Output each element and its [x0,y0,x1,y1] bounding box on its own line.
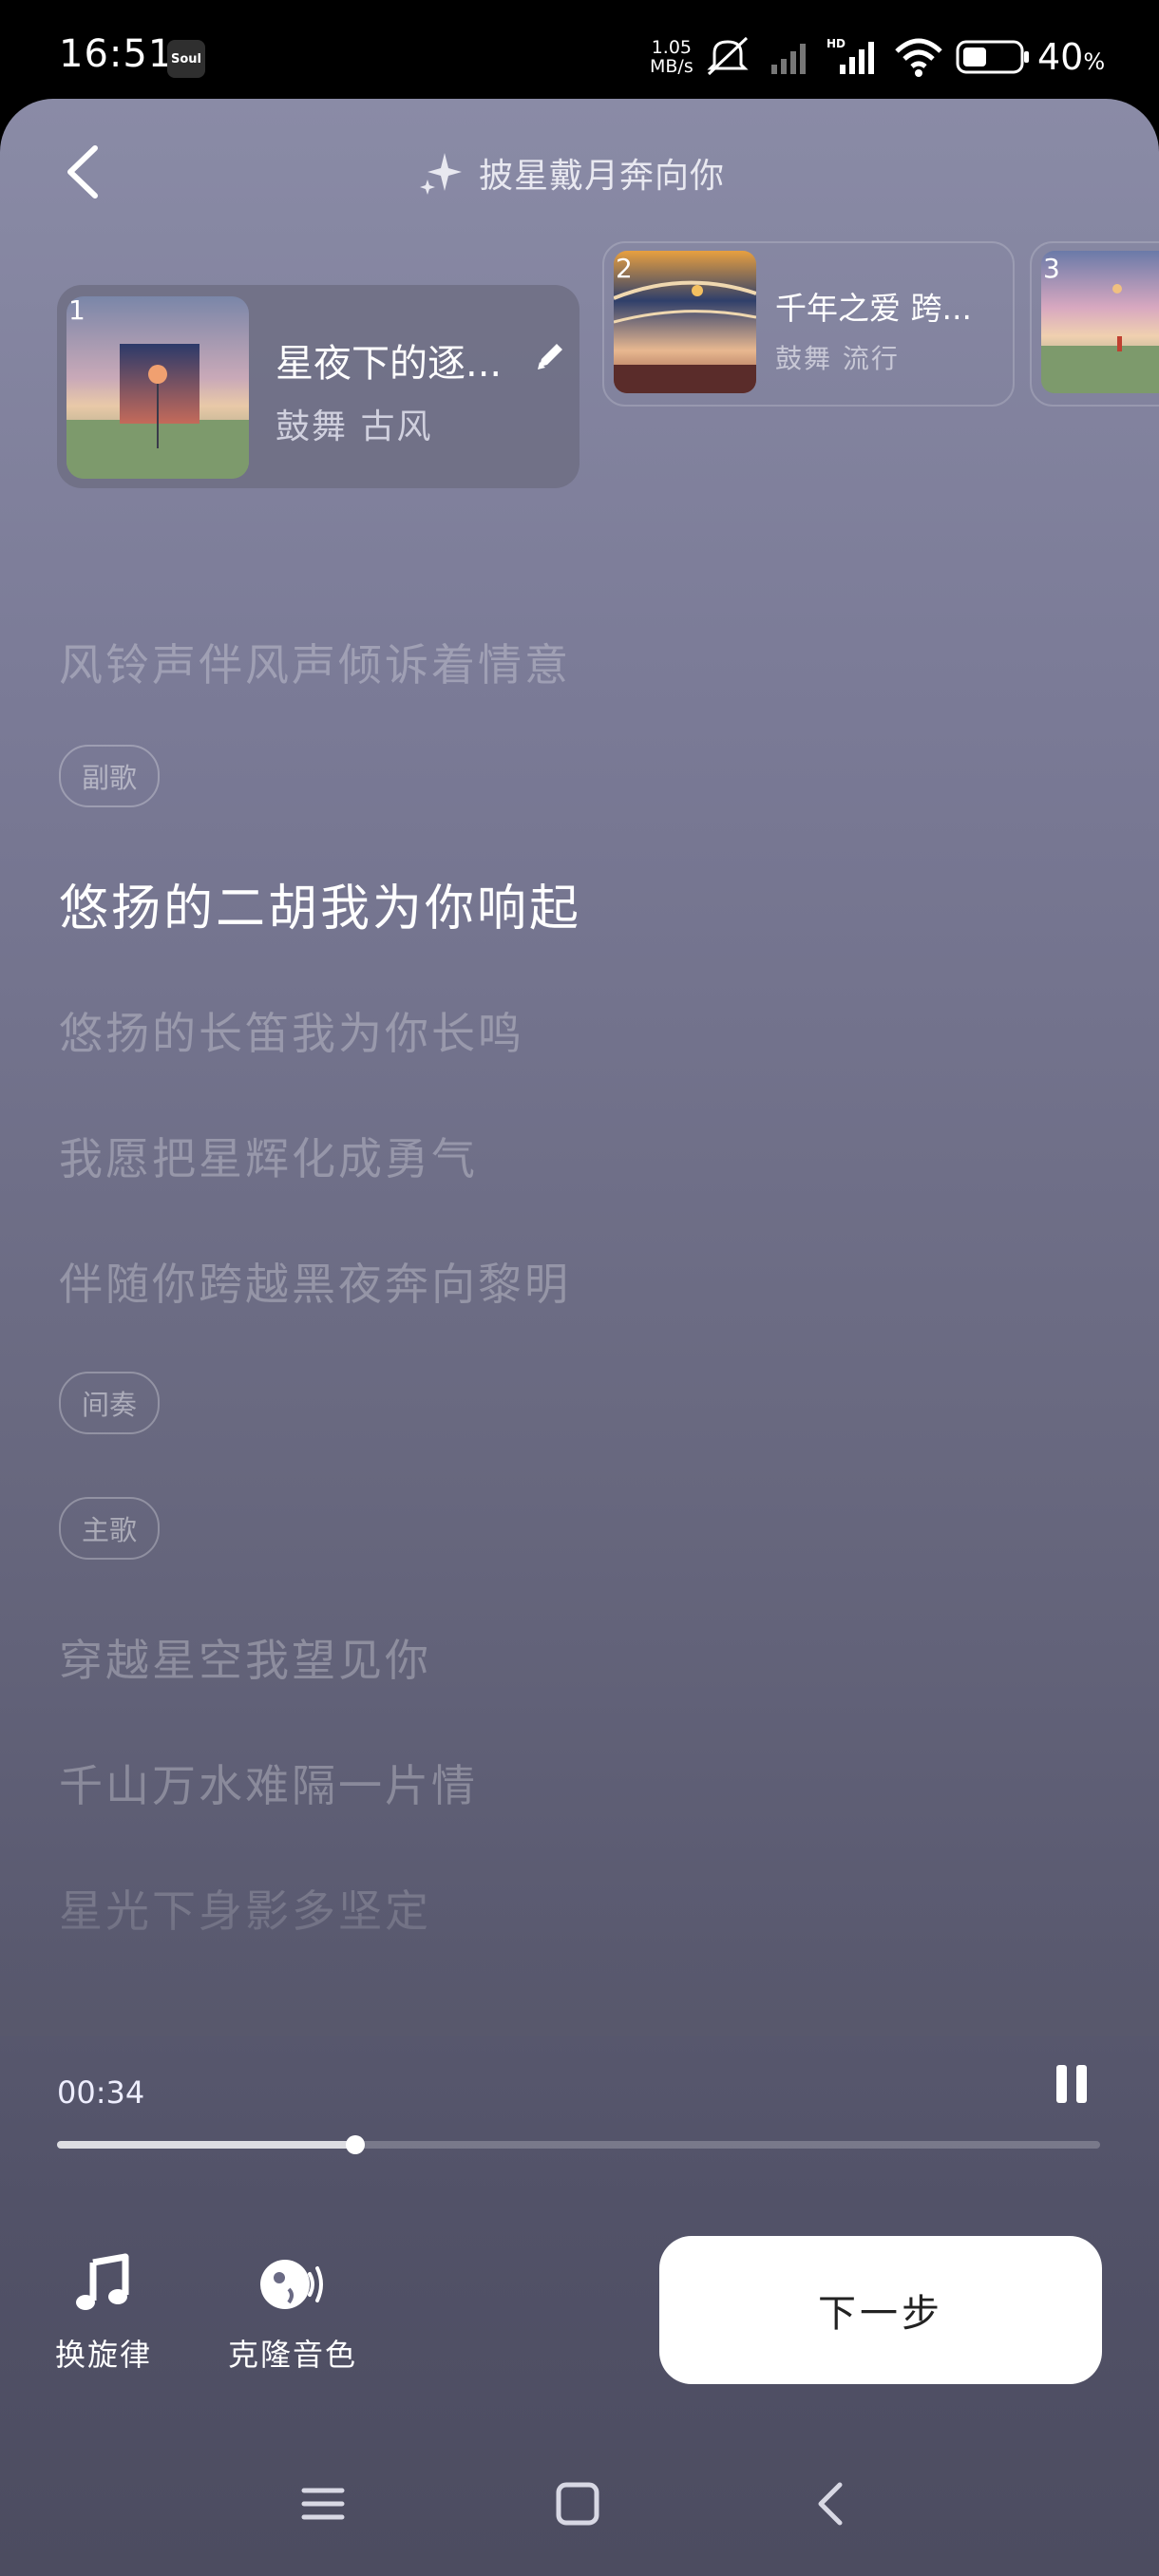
voice-clone-icon [260,2260,323,2309]
net-speed: 1.05 MB/s [650,38,694,76]
clone-voice-label: 克隆音色 [228,2337,358,2373]
lyric-line: 伴随你跨越黑夜奔向黎明 [59,1259,571,1310]
lyric-line: 风铃声伴风声倾诉着情意 [59,639,571,691]
song-tags: 鼓舞 流行 [775,343,900,374]
progress-fill [57,2141,356,2149]
net-speed-unit: MB/s [650,56,694,77]
card-index: 3 [1043,253,1060,284]
home-icon[interactable] [555,2481,600,2527]
status-time: 16:51 [59,32,174,76]
album-cover-1 [66,296,249,479]
page-title: 披星戴月奔向你 [479,157,726,196]
soul-app-badge: Soul [167,40,205,78]
signal-hd-icon: HD [826,37,874,74]
next-step-button[interactable]: 下一步 [659,2236,1102,2384]
edit-pencil-icon[interactable] [534,338,568,372]
card-index: 2 [616,253,633,284]
net-speed-value: 1.05 [651,37,693,58]
pause-icon[interactable] [1053,2063,1091,2105]
song-card[interactable]: 3 [1030,241,1159,407]
song-card-selected[interactable]: 1 星夜下的逐... 鼓舞 古风 [57,285,580,488]
section-tag-interlude: 间奏 [59,1372,161,1434]
current-time: 00:34 [57,2074,145,2111]
battery-percent-unit: % [1083,48,1106,75]
card-index: 1 [68,294,86,326]
song-tags: 鼓舞 古风 [276,407,433,446]
lyric-line-active: 悠扬的二胡我为你响起 [59,881,582,938]
progress-bar[interactable] [57,2135,1100,2154]
progress-knob[interactable] [346,2135,366,2154]
song-name: 千年之爱 跨... [775,290,972,327]
menu-icon[interactable] [300,2481,346,2527]
header-title-wrap: 披星戴月奔向你 [418,144,725,201]
song-name: 星夜下的逐... [276,342,503,386]
lyric-line: 穿越星空我望见你 [59,1635,431,1686]
mute-vibrate-icon [707,36,749,76]
svg-text:HD: HD [826,37,846,50]
lyrics-fade [0,1904,1159,2036]
lyric-line: 千山万水难隔一片情 [59,1760,478,1811]
back-arrow-icon[interactable] [59,139,106,205]
change-melody-label: 换旋律 [55,2337,153,2373]
nav-back-icon[interactable] [809,2481,855,2527]
section-tag-verse: 主歌 [59,1497,161,1560]
battery-percent: 40% [1037,36,1105,78]
change-melody-button[interactable]: 换旋律 [55,2253,152,2375]
battery-icon [956,40,1029,74]
section-tag-chorus: 副歌 [59,745,161,807]
song-card[interactable]: 2 千年之爱 跨... 鼓舞 流行 [602,241,1015,407]
lyric-line: 我愿把星辉化成勇气 [59,1133,478,1184]
sparkle-icon [420,153,462,195]
music-note-icon [76,2253,129,2310]
battery-percent-value: 40 [1037,36,1084,78]
signal-weak-icon [771,44,806,74]
music-editor-sheet: 披星戴月奔向你 1 星夜下的逐... 鼓舞 古风 2 千年之爱 跨... 鼓舞 … [0,99,1159,2576]
album-cover-2 [614,251,756,393]
clone-voice-button[interactable]: 克隆音色 [228,2253,357,2375]
wifi-icon [895,38,942,77]
status-bar: 16:51 Soul 1.05 MB/s HD 40% [0,0,1159,104]
lyric-line: 悠扬的长笛我为你长鸣 [59,1008,524,1059]
